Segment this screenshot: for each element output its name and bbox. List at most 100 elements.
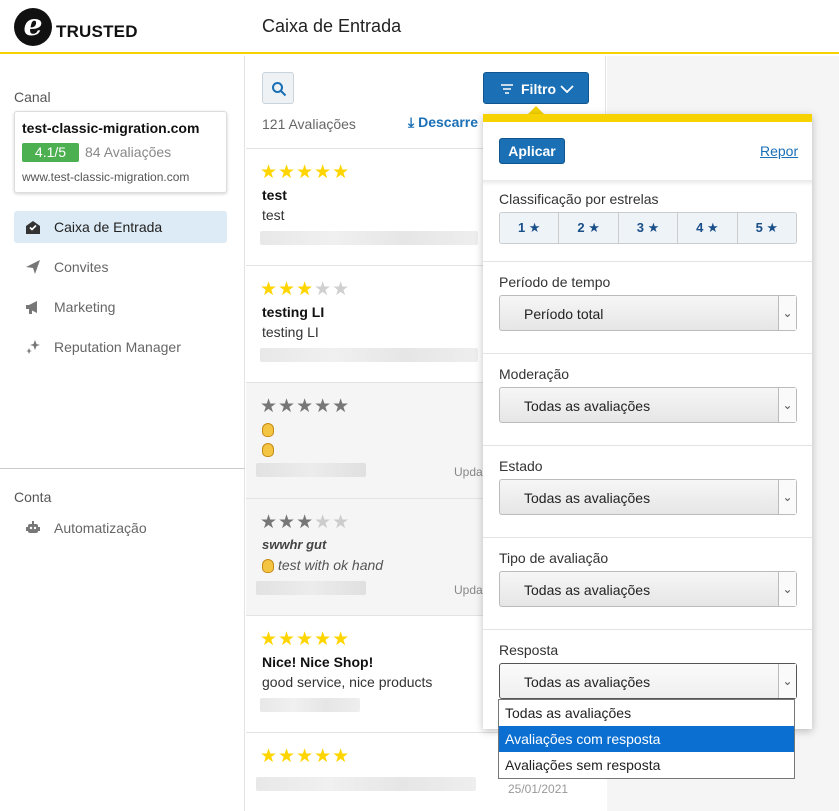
state-select[interactable]: Todas as avaliações ⌄ <box>499 479 797 515</box>
download-icon: ⤓ <box>408 114 415 130</box>
response-option-with-reply[interactable]: Avaliações com resposta <box>499 726 794 752</box>
star-filter-5[interactable]: 5 ★ <box>738 213 796 243</box>
review-body: test <box>262 207 285 223</box>
sidebar-item-label: Convites <box>54 259 109 275</box>
send-icon <box>26 260 40 274</box>
megaphone-icon <box>26 301 37 314</box>
response-option-all[interactable]: Todas as avaliações <box>499 700 794 726</box>
download-label: Descarre <box>418 114 479 130</box>
type-filter-label: Tipo de avaliação <box>499 550 609 566</box>
rating-count: 84 Avaliações <box>85 144 172 160</box>
review-body: testing LI <box>262 324 319 340</box>
updated-label: Updat <box>454 465 487 479</box>
ok-hand-icon <box>262 421 278 439</box>
brand-name: TRUSTED <box>56 22 138 41</box>
review-body: test with ok hand <box>262 557 383 574</box>
shop-card[interactable]: test-classic-migration.com 4.1/5 84 Aval… <box>14 111 227 193</box>
moderation-select[interactable]: Todas as avaliações ⌄ <box>499 387 797 423</box>
sidebar-item-invites[interactable]: Convites <box>14 251 227 283</box>
chevron-down-icon: ⌄ <box>778 480 796 514</box>
period-select[interactable]: Período total ⌄ <box>499 295 797 331</box>
redacted-meta <box>256 777 476 791</box>
star-filter-2[interactable]: 2 ★ <box>559 213 619 243</box>
state-select-value: Todas as avaliações <box>524 490 651 506</box>
sidebar-item-automation[interactable]: Automatização <box>14 512 227 544</box>
star-rating: ★★★★★ <box>260 162 351 183</box>
type-select[interactable]: Todas as avaliações ⌄ <box>499 571 797 607</box>
star-filter-4[interactable]: 4 ★ <box>678 213 738 243</box>
sidebar-item-marketing[interactable]: Marketing <box>14 291 227 323</box>
review-title: test <box>262 187 287 203</box>
stars-filter-label: Classificação por estrelas <box>499 191 659 207</box>
apply-button[interactable]: Aplicar <box>499 138 565 164</box>
sparkles-icon <box>26 340 40 354</box>
star-filter-1[interactable]: 1 ★ <box>500 213 560 243</box>
period-filter-label: Período de tempo <box>499 274 611 290</box>
filter-panel-caret <box>528 106 544 114</box>
chevron-down-icon: ⌄ <box>778 388 796 422</box>
sidebar-divider <box>0 468 245 469</box>
period-select-value: Período total <box>524 306 604 322</box>
moderation-filter-label: Moderação <box>499 366 570 382</box>
chevron-down-icon: ⌄ <box>778 664 796 698</box>
chevron-down-icon: ⌄ <box>778 572 796 606</box>
shop-url: www.test-classic-migration.com <box>22 170 190 184</box>
sidebar-item-label: Caixa de Entrada <box>54 219 163 235</box>
updated-label: Updat <box>454 583 487 597</box>
chevron-down-icon <box>560 85 574 93</box>
star-rating: ★★★★★ <box>260 279 351 300</box>
star-filter-3[interactable]: 3 ★ <box>619 213 679 243</box>
filter-icon <box>501 84 513 94</box>
star-filter-group: 1 ★ 2 ★ 3 ★ 4 ★ 5 ★ <box>499 212 797 244</box>
sidebar-item-inbox[interactable]: Caixa de Entrada <box>14 211 227 243</box>
search-icon <box>272 82 287 97</box>
inbox-icon <box>26 221 40 234</box>
star-rating: ★★★★★ <box>260 629 351 650</box>
filter-header-divider <box>483 180 812 186</box>
state-filter-label: Estado <box>499 458 543 474</box>
page-title: Caixa de Entrada <box>262 16 402 36</box>
review-title: swwhr gut <box>262 537 327 552</box>
chevron-down-icon: ⌄ <box>778 296 796 330</box>
sidebar-item-label: Marketing <box>54 299 116 315</box>
star-rating: ★★★★★ <box>260 746 351 767</box>
account-section-label: Conta <box>14 489 52 505</box>
trusted-logo-icon[interactable]: e <box>14 8 52 46</box>
response-filter-label: Resposta <box>499 642 559 658</box>
reset-link[interactable]: Repor <box>760 143 798 159</box>
rating-badge: 4.1/5 <box>22 143 79 162</box>
section-divider <box>483 445 812 446</box>
review-body: good service, nice products <box>262 674 433 690</box>
section-divider <box>483 537 812 538</box>
review-date: 25/01/2021 <box>508 782 569 796</box>
review-count: 121 Avaliações <box>262 116 356 132</box>
moderation-select-value: Todas as avaliações <box>524 398 651 414</box>
shop-name: test-classic-migration.com <box>22 120 200 136</box>
ok-hand-icon <box>262 441 278 459</box>
top-header: e TRUSTED Caixa de Entrada <box>0 0 839 54</box>
section-divider <box>483 629 812 630</box>
search-button[interactable] <box>262 72 294 104</box>
section-divider <box>483 261 812 262</box>
type-select-value: Todas as avaliações <box>524 582 651 598</box>
response-option-without-reply[interactable]: Avaliações sem resposta <box>499 752 794 778</box>
robot-icon <box>26 521 40 533</box>
redacted-meta <box>256 581 366 595</box>
sidebar-item-label: Reputation Manager <box>54 339 181 355</box>
download-link[interactable]: ⤓ Descarre <box>408 114 478 131</box>
filter-button[interactable]: Filtro <box>483 72 589 104</box>
star-rating: ★★★★★ <box>260 512 351 533</box>
redacted-meta <box>260 698 360 712</box>
redacted-meta <box>260 231 478 245</box>
star-rating: ★★★★★ <box>260 396 351 417</box>
response-select[interactable]: Todas as avaliações ⌄ <box>499 663 797 699</box>
ok-hand-icon <box>262 559 274 574</box>
sidebar-item-reputation-manager[interactable]: Reputation Manager <box>14 331 227 363</box>
filter-panel: Aplicar Repor Classificação por estrelas… <box>483 114 812 729</box>
response-dropdown-list: Todas as avaliações Avaliações com respo… <box>498 699 795 779</box>
response-select-value: Todas as avaliações <box>524 674 651 690</box>
review-title: Nice! Nice Shop! <box>262 654 374 670</box>
redacted-meta <box>256 463 366 477</box>
review-title: testing LI <box>262 304 325 320</box>
filter-button-label: Filtro <box>521 81 556 97</box>
